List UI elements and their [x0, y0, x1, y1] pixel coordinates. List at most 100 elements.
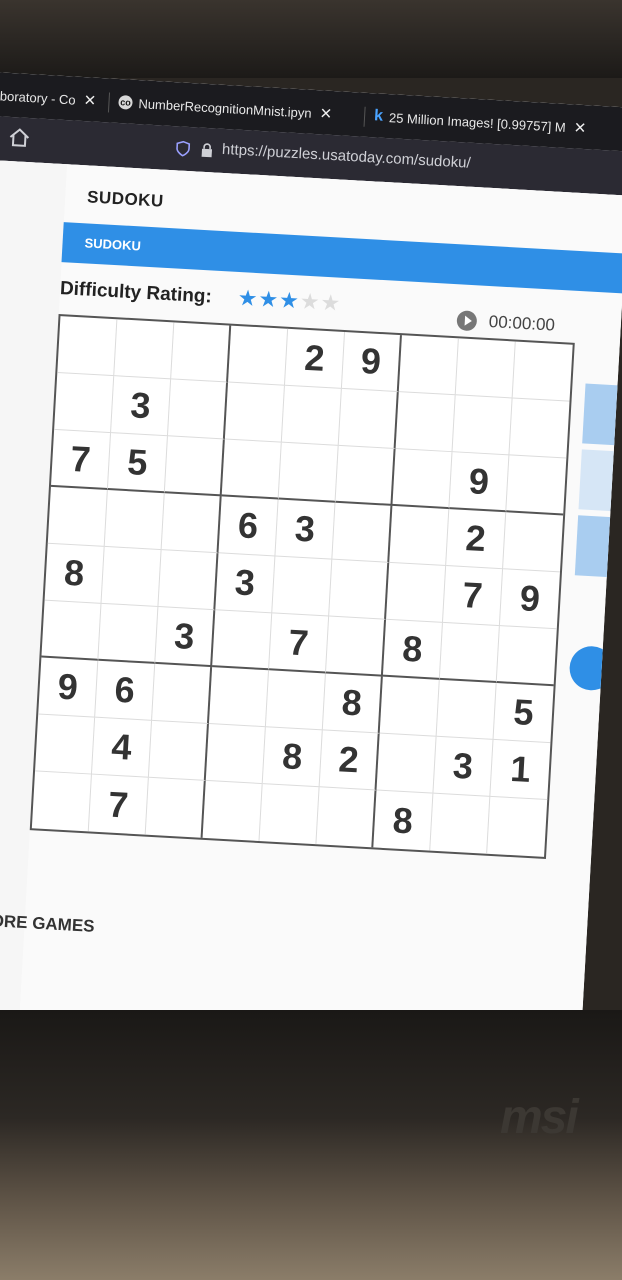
screen: aboratory - Co ✕ co NumberRecognitionMni…	[0, 72, 622, 1057]
sudoku-cell[interactable]	[398, 335, 459, 396]
sudoku-cell[interactable]	[379, 676, 440, 737]
sudoku-cell[interactable]	[41, 600, 102, 661]
sudoku-cell[interactable]	[430, 793, 491, 854]
sudoku-cell[interactable]	[104, 490, 165, 551]
sudoku-cell[interactable]	[152, 663, 213, 725]
sudoku-cell[interactable]: 6	[95, 660, 156, 721]
sudoku-cell[interactable]	[114, 319, 175, 380]
sudoku-cell[interactable]: 3	[275, 499, 336, 560]
sudoku-cell[interactable]	[325, 616, 387, 677]
sudoku-cell[interactable]	[167, 379, 229, 440]
sudoku-cell[interactable]	[158, 550, 219, 611]
sudoku-cell[interactable]: 9	[38, 657, 99, 718]
sudoku-cell[interactable]: 1	[490, 739, 551, 801]
sudoku-cell[interactable]	[496, 626, 557, 687]
sudoku-cell[interactable]	[57, 316, 118, 377]
sudoku-cell[interactable]	[509, 398, 570, 459]
tab-label: aboratory - Co	[0, 87, 77, 108]
play-icon[interactable]	[456, 310, 478, 332]
sudoku-cell[interactable]	[487, 797, 547, 857]
close-icon[interactable]: ✕	[573, 118, 587, 137]
sudoku-cell[interactable]	[224, 382, 285, 443]
sudoku-cell[interactable]: 7	[88, 774, 149, 835]
sudoku-cell[interactable]: 7	[269, 613, 330, 674]
sudoku-cell[interactable]	[148, 720, 209, 781]
close-icon[interactable]: ✕	[83, 91, 97, 110]
sudoku-cell[interactable]: 3	[215, 553, 276, 614]
sudoku-cell[interactable]	[512, 341, 573, 402]
sudoku-cell[interactable]: 3	[433, 736, 494, 797]
side-button[interactable]	[578, 449, 618, 512]
sudoku-cell[interactable]	[98, 603, 159, 664]
sudoku-cell[interactable]: 9	[499, 569, 560, 630]
sudoku-cell[interactable]	[161, 493, 222, 554]
sudoku-cell[interactable]	[205, 724, 266, 785]
sudoku-cell[interactable]	[265, 670, 326, 731]
sudoku-cell[interactable]	[455, 338, 516, 399]
sudoku-cell[interactable]	[452, 395, 513, 456]
shield-icon[interactable]	[176, 140, 191, 157]
sudoku-cell[interactable]: 3	[111, 376, 172, 437]
sudoku-cell[interactable]: 5	[493, 683, 554, 744]
sudoku-cell[interactable]	[506, 455, 567, 516]
sudoku-cell[interactable]	[329, 559, 390, 620]
sudoku-cell[interactable]	[272, 556, 333, 617]
sudoku-cell[interactable]	[145, 777, 206, 838]
sudoku-cell[interactable]: 8	[262, 727, 323, 788]
sudoku-cell[interactable]: 8	[382, 619, 443, 680]
sudoku-cell[interactable]	[171, 322, 232, 383]
home-icon[interactable]	[8, 127, 31, 148]
sudoku-cell[interactable]	[316, 787, 377, 848]
sudoku-cell[interactable]	[332, 502, 393, 563]
sudoku-cell[interactable]: 7	[50, 429, 112, 491]
sudoku-cell[interactable]	[212, 610, 273, 671]
sudoku-cell[interactable]	[439, 622, 500, 684]
sudoku-cell[interactable]: 6	[218, 496, 279, 557]
sudoku-cell[interactable]: 9	[341, 332, 402, 393]
sudoku-cell[interactable]	[395, 392, 456, 453]
url-text[interactable]: https://puzzles.usatoday.com/sudoku/	[222, 141, 472, 172]
sudoku-cell[interactable]	[208, 667, 270, 728]
sudoku-cell[interactable]	[392, 449, 453, 510]
difficulty-stars: ★★★★★	[237, 285, 342, 317]
sudoku-cell[interactable]: 8	[373, 790, 434, 851]
sudoku-cell[interactable]	[389, 505, 450, 567]
sudoku-cell[interactable]	[31, 771, 92, 832]
sudoku-cell[interactable]: 8	[44, 543, 105, 604]
sudoku-cell[interactable]	[281, 385, 342, 446]
sudoku-cell[interactable]: 2	[319, 730, 380, 791]
sudoku-cell[interactable]	[436, 679, 497, 740]
sudoku-cell[interactable]	[228, 325, 289, 386]
sudoku-cell[interactable]	[376, 733, 437, 794]
sudoku-cell[interactable]: 4	[91, 717, 153, 778]
action-button[interactable]	[568, 645, 615, 692]
sudoku-cell[interactable]	[35, 714, 96, 775]
sudoku-cell[interactable]: 2	[446, 509, 507, 570]
close-icon[interactable]: ✕	[319, 104, 333, 123]
sudoku-cell[interactable]	[164, 436, 225, 497]
sudoku-cell[interactable]	[202, 780, 263, 842]
colab-icon: co	[118, 95, 133, 110]
sudoku-cell[interactable]	[503, 512, 564, 573]
sudoku-cell[interactable]: 2	[284, 328, 346, 389]
sudoku-cell[interactable]: 8	[322, 673, 383, 734]
browser-tab-kaggle[interactable]: k 25 Million Images! [0.99757] M ✕	[374, 105, 622, 141]
sudoku-cell[interactable]	[338, 388, 399, 450]
sudoku-cell[interactable]	[259, 784, 320, 845]
side-button[interactable]	[582, 383, 622, 446]
browser-tab-colab[interactable]: aboratory - Co ✕	[0, 84, 105, 112]
sudoku-cell[interactable]	[47, 486, 108, 547]
sudoku-cell[interactable]	[221, 439, 282, 500]
sudoku-cell[interactable]: 5	[107, 433, 168, 494]
sudoku-cell[interactable]	[335, 445, 396, 506]
browser-tab-notebook[interactable]: co NumberRecognitionMnist.ipyn ✕	[118, 91, 359, 126]
sudoku-cell[interactable]	[386, 562, 447, 623]
sudoku-cell[interactable]: 3	[155, 607, 216, 668]
sudoku-cell[interactable]: 9	[449, 452, 510, 513]
sudoku-cell[interactable]	[278, 442, 339, 503]
nav-link-sudoku[interactable]: SUDOKU	[84, 235, 141, 253]
sudoku-cell[interactable]	[101, 546, 162, 608]
sudoku-cell[interactable]: 7	[442, 566, 504, 627]
sudoku-cell[interactable]	[54, 373, 115, 434]
side-button[interactable]	[574, 515, 615, 578]
